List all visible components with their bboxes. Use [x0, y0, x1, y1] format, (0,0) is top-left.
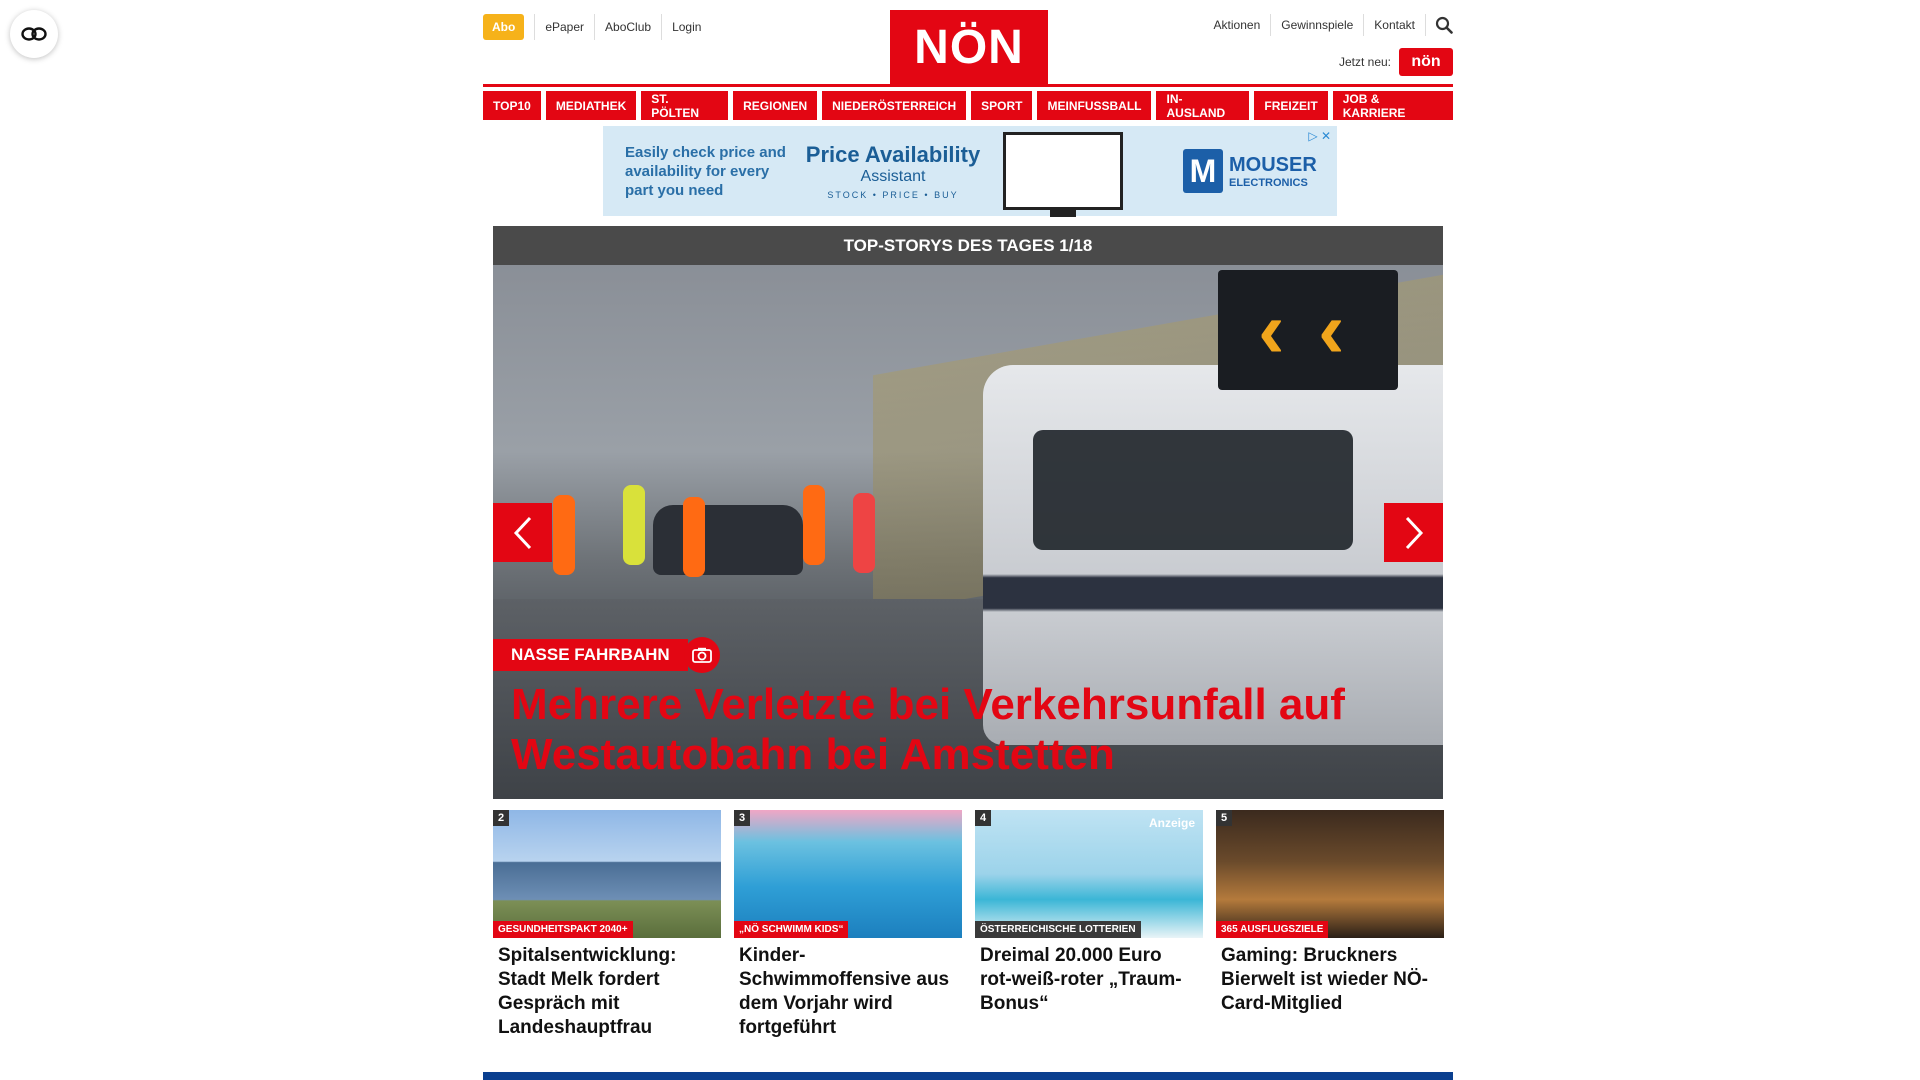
nav-item-st-poelten[interactable]: ST. PÖLTEN — [641, 91, 729, 120]
epaper-link[interactable]: ePaper — [534, 14, 594, 40]
ad-brand-title: Price Availability — [805, 142, 981, 167]
kontakt-link[interactable]: Kontakt — [1363, 14, 1425, 36]
mouser-sub: ELECTRONICS — [1229, 176, 1308, 189]
teaser-tag: GESUNDHEITSPAKT 2040+ — [493, 921, 633, 938]
nav-item-freizeit[interactable]: FREIZEIT — [1254, 91, 1328, 120]
header-divider — [483, 84, 1453, 87]
kleine-noen-logo[interactable]: nön — [1399, 48, 1453, 76]
gallery-badge — [684, 637, 720, 673]
ad-close-icon[interactable]: ▷ ✕ — [1308, 129, 1331, 143]
site-logo[interactable]: NÖN — [890, 10, 1048, 84]
page-container: Abo ePaper AboClub Login NÖN Aktionen Ge… — [483, 0, 1453, 1038]
nav-item-in-ausland[interactable]: IN-AUSLAND — [1156, 91, 1250, 120]
footer-bar — [483, 1072, 1453, 1080]
teaser-card[interactable]: 2 GESUNDHEITSPAKT 2040+ Spitalsentwicklu… — [493, 810, 721, 1040]
teaser-tag: „NÖ SCHWIMM KIDS“ — [734, 921, 849, 938]
hero-arrow-board: ‹ ‹ — [1218, 270, 1398, 390]
hero-headline[interactable]: Mehrere Verletzte bei Verkehrsunfall auf… — [511, 680, 1411, 780]
abo-button[interactable]: Abo — [483, 14, 525, 40]
slider-prev-button[interactable] — [493, 503, 552, 562]
nav-item-job-karriere[interactable]: JOB & KARRIERE — [1332, 91, 1453, 120]
ad-banner[interactable]: Easily check price and availability for … — [603, 126, 1337, 217]
teaser-image[interactable]: 2 GESUNDHEITSPAKT 2040+ — [493, 810, 721, 938]
slider-next-button[interactable] — [1384, 503, 1443, 562]
accessibility-button[interactable] — [10, 10, 58, 58]
teaser-title[interactable]: Dreimal 20.000 Euro rot-weiß-roter „Trau… — [975, 938, 1203, 1016]
top-stories-header: TOP-STORYS DES TAGES 1/18 — [493, 226, 1443, 265]
mouser-name: MOUSER — [1229, 153, 1317, 176]
ad-brand-tags: STOCK • PRICE • BUY — [827, 190, 959, 200]
jetzt-neu-label: Jetzt neu: — [1338, 55, 1391, 69]
teaser-image[interactable]: 3 „NÖ SCHWIMM KIDS“ — [734, 810, 962, 938]
camera-icon — [692, 647, 712, 663]
ad-brand-subtitle: Assistant — [860, 168, 926, 185]
teaser-image[interactable]: 4 Anzeige ÖSTERREICHISCHE LOTTERIEN — [975, 810, 1203, 938]
teaser-list: 2 GESUNDHEITSPAKT 2040+ Spitalsentwicklu… — [493, 810, 1444, 1040]
nav-item-mediathek[interactable]: MEDIATHEK — [545, 91, 637, 120]
teaser-card[interactable]: 3 „NÖ SCHWIMM KIDS“ Kinder-Schwimmoffens… — [734, 810, 962, 1040]
jetzt-neu-promo: Jetzt neu: nön — [1339, 48, 1453, 76]
search-button[interactable] — [1425, 14, 1453, 36]
teaser-title[interactable]: Gaming: Bruckners Bierwelt ist wieder NÖ… — [1216, 938, 1444, 1016]
teaser-rank: 2 — [493, 810, 510, 826]
teaser-rank: 3 — [734, 810, 751, 826]
teaser-card[interactable]: 4 Anzeige ÖSTERREICHISCHE LOTTERIEN Drei… — [975, 810, 1203, 1040]
main-nav: TOP10 MEDIATHEK ST. PÖLTEN REGIONEN NIED… — [483, 91, 1453, 120]
ad-label: Anzeige — [1148, 816, 1195, 830]
ad-text: Easily check price and availability for … — [625, 143, 786, 199]
header-left-links: Abo ePaper AboClub Login — [483, 14, 711, 40]
teaser-title[interactable]: Spitalsentwicklung: Stadt Melk fordert G… — [493, 938, 721, 1040]
nav-item-meinfussball[interactable]: MEINFUSSBALL — [1037, 91, 1152, 120]
mouser-logo: M MOUSER ELECTRONICS — [1183, 149, 1317, 193]
hero-kicker: NASSE FAHRBAHN — [493, 639, 688, 671]
teaser-title[interactable]: Kinder-Schwimmoffensive aus dem Vorjahr … — [734, 938, 962, 1040]
gewinnspiele-link[interactable]: Gewinnspiele — [1270, 14, 1363, 36]
chevron-right-icon — [1405, 516, 1423, 549]
teaser-tag: 365 AUSFLUGSZIELE — [1216, 921, 1329, 938]
nav-item-sport[interactable]: SPORT — [971, 91, 1033, 120]
teaser-tag: ÖSTERREICHISCHE LOTTERIEN — [975, 921, 1141, 938]
ad-brand: Price Availability Assistant STOCK • PRI… — [793, 142, 993, 200]
aktionen-link[interactable]: Aktionen — [1204, 14, 1271, 36]
accessibility-icon — [21, 27, 47, 41]
ad-monitor-image — [1003, 132, 1123, 217]
aboclub-link[interactable]: AboClub — [594, 14, 661, 40]
site-header: Abo ePaper AboClub Login NÖN Aktionen Ge… — [483, 0, 1453, 84]
teaser-image[interactable]: 5 365 AUSFLUGSZIELE — [1216, 810, 1444, 938]
nav-item-regionen[interactable]: REGIONEN — [733, 91, 818, 120]
teaser-rank: 5 — [1216, 810, 1233, 826]
chevron-left-icon — [513, 516, 531, 549]
teaser-card[interactable]: 5 365 AUSFLUGSZIELE Gaming: Bruckners Bi… — [1216, 810, 1444, 1040]
hero-rescue-workers — [553, 485, 883, 595]
teaser-rank: 4 — [975, 810, 992, 826]
nav-item-top10[interactable]: TOP10 — [483, 91, 541, 120]
mouser-logo-text: MOUSER ELECTRONICS — [1229, 154, 1317, 189]
search-icon — [1435, 16, 1453, 34]
mouser-logo-mark: M — [1183, 149, 1223, 193]
login-link[interactable]: Login — [661, 14, 711, 40]
hero-van-window — [1033, 430, 1353, 550]
header-right-links: Aktionen Gewinnspiele Kontakt — [1204, 14, 1453, 36]
nav-item-niederoesterreich[interactable]: NIEDERÖSTERREICH — [822, 91, 967, 120]
